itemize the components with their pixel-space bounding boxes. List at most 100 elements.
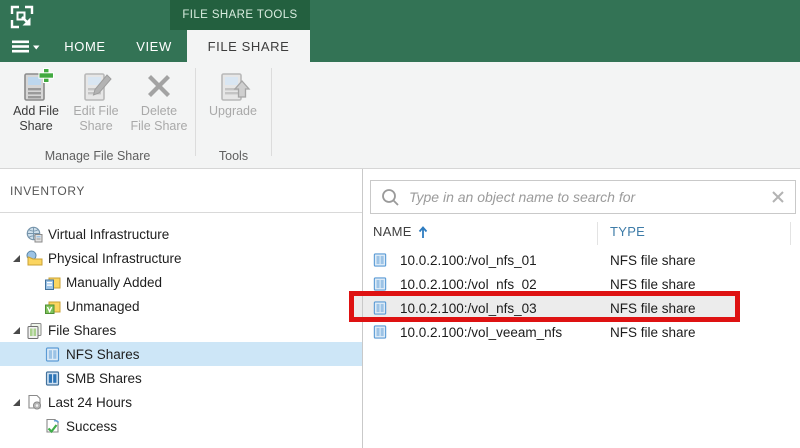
tree-item-virtual-infrastructure[interactable]: Virtual Infrastructure [0,222,362,246]
smb-shares-icon [44,370,61,387]
edit-file-share-label-line1: Edit File [73,104,118,119]
table-row[interactable]: 10.0.2.100:/vol_nfs_02 NFS file share [363,272,800,296]
expander-expanded[interactable] [6,398,26,407]
tree-item-label: Manually Added [66,275,162,290]
nfs-share-icon [372,324,388,340]
upgrade-button: Upgrade [202,66,264,150]
tree-item-label: File Shares [48,323,116,338]
tree-item-nfs-shares[interactable]: NFS Shares [0,342,362,366]
column-header-type[interactable]: TYPE [610,224,645,239]
delete-file-share-label-line2: File Share [131,119,188,134]
expander-expanded[interactable] [6,326,26,335]
last-24-hours-icon [26,394,43,411]
tree-item-success[interactable]: Success [0,414,362,438]
ribbon: Add File Share Edit File Share Delete Fi… [0,62,800,169]
tab-file-share[interactable]: FILE SHARE [187,30,310,62]
table-row[interactable]: 10.0.2.100:/vol_veeam_nfs NFS file share [363,320,800,344]
tree-item-label: Success [66,419,117,434]
ribbon-group-label-manage-file-share: Manage File Share [0,149,195,163]
add-file-share-label-line1: Add File [13,104,59,119]
table-row-annotated[interactable]: 10.0.2.100:/vol_nfs_03 NFS file share [363,296,800,320]
inventory-panel: INVENTORY Virtual Infrastructure [0,169,362,448]
nfs-share-icon [372,276,388,292]
expander-expanded[interactable] [6,254,26,263]
veeam-logo-icon [9,4,35,30]
tree-item-label: Unmanaged [66,299,140,314]
hamburger-menu-icon [12,40,40,53]
tree-item-smb-shares[interactable]: SMB Shares [0,366,362,390]
column-name-label: NAME [373,224,412,239]
share-name: 10.0.2.100:/vol_nfs_03 [400,301,537,316]
success-icon [44,418,61,435]
tree-item-last-24-hours[interactable]: Last 24 Hours [0,390,362,414]
tree-item-label: Virtual Infrastructure [48,227,169,242]
table-row[interactable]: 10.0.2.100:/vol_nfs_01 NFS file share [363,248,800,272]
share-type: NFS file share [610,253,696,268]
share-name: 10.0.2.100:/vol_nfs_02 [400,277,537,292]
delete-file-share-button: Delete File Share [126,66,192,150]
clear-search-icon[interactable] [771,190,785,204]
tree-item-unmanaged[interactable]: Unmanaged [0,294,362,318]
file-shares-icon [26,322,43,339]
upgrade-icon [215,68,251,104]
share-name: 10.0.2.100:/vol_nfs_01 [400,253,537,268]
contextual-tab-group-label: FILE SHARE TOOLS [182,9,297,21]
tab-home[interactable]: HOME [52,30,118,62]
ribbon-group-separator [195,68,196,156]
nfs-share-icon [372,300,388,316]
tree-item-label: NFS Shares [66,347,140,362]
column-separator[interactable] [597,222,598,245]
expanded-triangle-icon [12,326,21,335]
nfs-shares-icon [44,346,61,363]
manually-added-icon [44,274,61,291]
search-icon [381,188,400,207]
nfs-share-icon [372,252,388,268]
tab-file-share-label: FILE SHARE [208,39,290,54]
tab-view-label: VIEW [136,39,172,54]
contextual-tab-group: FILE SHARE TOOLS [170,0,310,30]
add-file-share-label-line2: Share [19,119,52,134]
ribbon-tab-row: HOME VIEW FILE SHARE [0,30,800,62]
share-type: NFS file share [610,301,696,316]
ribbon-group-label-tools: Tools [196,149,271,163]
inventory-tree: Virtual Infrastructure Physical Infrastr… [0,222,362,438]
column-type-label: TYPE [610,224,645,239]
share-type: NFS file share [610,277,696,292]
inventory-panel-header: INVENTORY [0,169,362,213]
add-file-share-button[interactable]: Add File Share [6,66,66,150]
column-header-name[interactable]: NAME [373,224,428,239]
table-header: NAME TYPE [363,220,800,247]
tree-item-label: Physical Infrastructure [48,251,182,266]
tree-item-file-shares[interactable]: File Shares [0,318,362,342]
search-box[interactable] [370,180,796,214]
file-share-list-panel: NAME TYPE 10.0 [363,169,800,448]
expanded-triangle-icon [12,254,21,263]
file-share-table: 10.0.2.100:/vol_nfs_01 NFS file share 10… [363,248,800,344]
tree-item-manually-added[interactable]: Manually Added [0,270,362,294]
delete-file-share-icon [141,68,177,104]
delete-file-share-label-line1: Delete [141,104,177,119]
edit-file-share-icon [78,68,114,104]
unmanaged-icon [44,298,61,315]
virtual-infrastructure-icon [26,226,43,243]
edit-file-share-button: Edit File Share [68,66,124,150]
share-type: NFS file share [610,325,696,340]
ribbon-group-separator [271,68,272,156]
share-name: 10.0.2.100:/vol_veeam_nfs [400,325,562,340]
tab-home-label: HOME [64,39,105,54]
main-area: INVENTORY Virtual Infrastructure [0,169,800,448]
tree-item-physical-infrastructure[interactable]: Physical Infrastructure [0,246,362,270]
veeam-console-window: FILE SHARE TOOLS HOME VIEW FILE SHARE [0,0,800,448]
tab-view[interactable]: VIEW [124,30,184,62]
edit-file-share-label-line2: Share [79,119,112,134]
search-input[interactable] [409,189,771,205]
titlebar: FILE SHARE TOOLS HOME VIEW FILE SHARE [0,0,800,62]
tree-item-label: Last 24 Hours [48,395,132,410]
expanded-triangle-icon [12,398,21,407]
main-menu-button[interactable] [8,30,44,62]
column-separator[interactable] [790,222,791,245]
upgrade-label-line1: Upgrade [209,104,257,119]
add-file-share-icon [18,68,54,104]
sort-ascending-icon [418,225,428,239]
inventory-title: INVENTORY [10,184,85,198]
